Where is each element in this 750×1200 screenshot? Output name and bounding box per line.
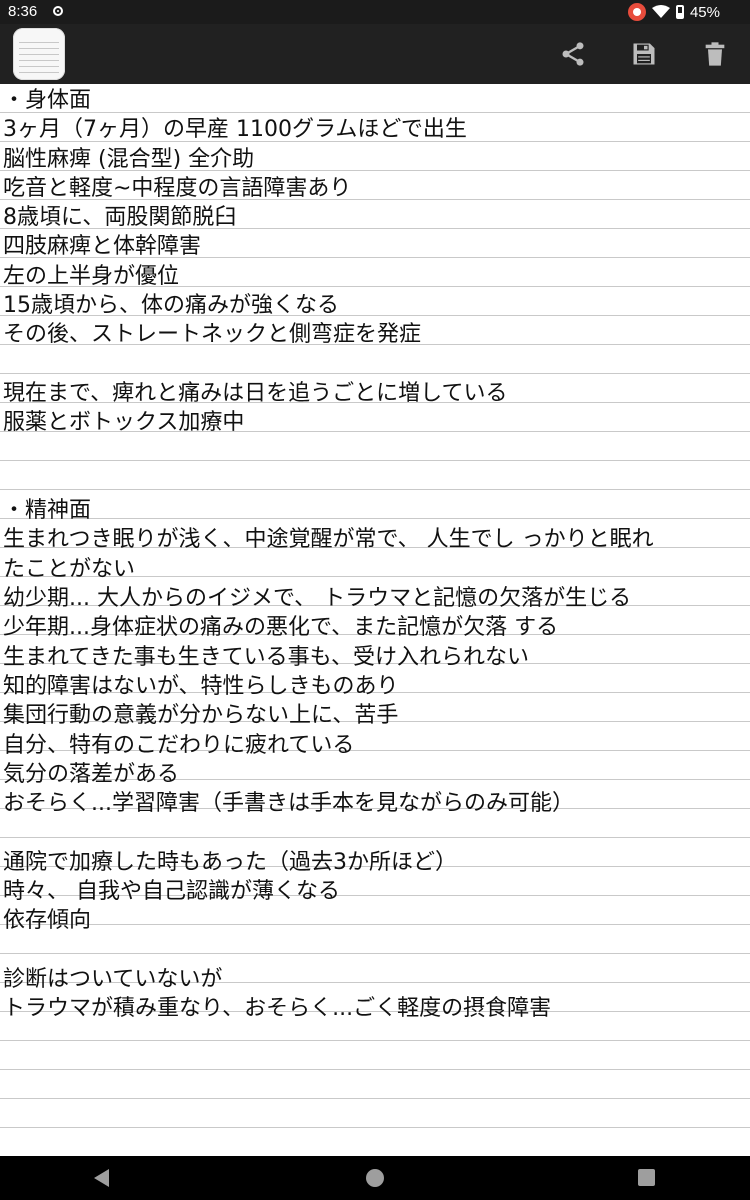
status-indicators: 45% bbox=[627, 3, 720, 21]
screen-cast-icon bbox=[53, 6, 63, 16]
note-line: 時々、 自我や自己認識が薄くなる bbox=[3, 879, 340, 905]
back-icon[interactable] bbox=[94, 1169, 109, 1187]
note-line: 四肢麻痺と体幹障害 bbox=[3, 234, 202, 260]
note-line bbox=[3, 350, 747, 379]
app-notepad-icon[interactable] bbox=[13, 28, 65, 80]
note-line: 診断はついていないが bbox=[3, 966, 223, 992]
note-editor[interactable]: ・身体面 3ヶ月（7ヶ月）の早産 1100グラムほどで出生 脳性麻痺 (混合型) 全… bbox=[0, 84, 750, 1156]
note-line: 15歳頃から、体の痛みが強くなる bbox=[3, 293, 339, 319]
note-line bbox=[3, 936, 747, 965]
delete-button[interactable] bbox=[697, 36, 733, 72]
save-button[interactable] bbox=[626, 36, 662, 72]
note-line bbox=[3, 438, 747, 467]
note-line: 気分の落差がある bbox=[3, 761, 180, 787]
note-line: おそらく...学習障害（手書きは手本を見ながらのみ可能） bbox=[3, 791, 574, 817]
save-icon bbox=[633, 43, 655, 65]
note-line: 依存傾向 bbox=[3, 908, 92, 934]
share-button[interactable] bbox=[555, 36, 591, 72]
wifi-icon bbox=[651, 5, 670, 18]
note-line: 左の上半身が優位 bbox=[3, 263, 180, 289]
note-line: ・精神面 bbox=[3, 498, 92, 524]
note-line: 服薬とボトックス加療中 bbox=[3, 410, 245, 436]
note-line: トラウマが積み重なり、おそらく...ごく軽度の摂食障害 bbox=[3, 996, 552, 1022]
trash-icon bbox=[705, 42, 725, 66]
status-bar: 8:36 45% bbox=[0, 0, 750, 24]
note-line: その後、ストレートネックと側弯症を発症 bbox=[3, 322, 422, 348]
note-line: 3ヶ月（7ヶ月）の早産 1100グラムほどで出生 bbox=[3, 117, 467, 143]
note-line: 脳性麻痺 (混合型) 全介助 bbox=[3, 146, 255, 172]
screen-record-icon bbox=[627, 3, 646, 21]
note-line: 自分、特有のこだわりに疲れている bbox=[3, 732, 355, 758]
status-time: 8:36 bbox=[8, 3, 38, 20]
battery-level: 45% bbox=[689, 3, 720, 21]
app-toolbar bbox=[0, 24, 750, 84]
note-line: 現在まで、痺れと痛みは日を追うごとに増している bbox=[3, 380, 508, 406]
battery-icon bbox=[675, 5, 684, 19]
share-icon bbox=[562, 42, 584, 66]
note-line: 生まれつき眠りが浅く、中途覚醒が常で、 人生でし っかりと眠れ bbox=[3, 527, 654, 553]
note-text[interactable]: ・身体面 3ヶ月（7ヶ月）の早産 1100グラムほどで出生 脳性麻痺 (混合型) 全… bbox=[3, 86, 747, 1024]
note-line bbox=[3, 818, 747, 847]
note-line: 少年期...身体症状の痛みの悪化で、また記憶が欠落 する bbox=[3, 615, 559, 641]
note-line: 集団行動の意義が分からない上に、苦手 bbox=[3, 703, 399, 729]
note-line: 知的障害はないが、特性らしきものあり bbox=[3, 673, 399, 699]
home-icon[interactable] bbox=[366, 1169, 384, 1187]
note-line: 幼少期... 大人からのイジメで、 トラウマと記憶の欠落が生じる bbox=[3, 586, 632, 612]
note-line: 8歳頃に、両股関節脱臼 bbox=[3, 205, 237, 231]
note-line: 通院で加療した時もあった（過去3か所ほど） bbox=[3, 849, 457, 875]
note-line: たことがない bbox=[3, 556, 136, 582]
note-line: ・身体面 bbox=[3, 88, 92, 113]
navigation-bar bbox=[0, 1156, 750, 1200]
note-line: 吃音と軽度~中程度の言語障害あり bbox=[3, 175, 352, 201]
note-line bbox=[3, 467, 747, 496]
note-line: 生まれてきた事も生きている事も、受け入れられない bbox=[3, 644, 530, 670]
recent-apps-icon[interactable] bbox=[638, 1169, 655, 1186]
